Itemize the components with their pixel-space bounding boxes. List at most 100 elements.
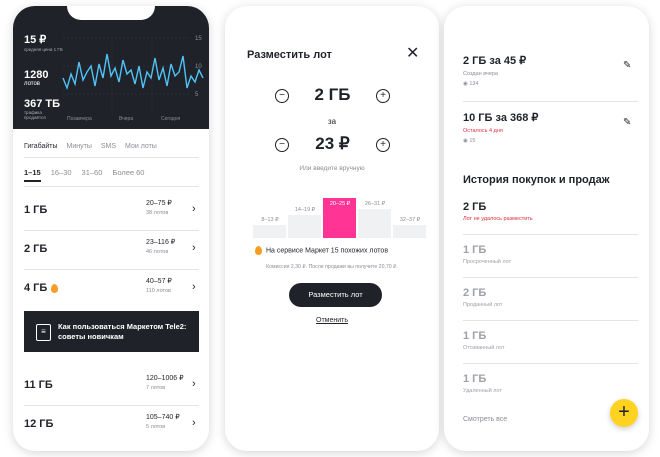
lots-count: 7 лотов (146, 385, 166, 391)
lots-count: 46 лотов (146, 249, 169, 255)
edit-icon[interactable]: ✎ (623, 117, 631, 128)
history-item-status: Отозванный лот (463, 345, 505, 351)
price-range: 105–740 ₽ (146, 414, 180, 421)
volume-label: 2 ГБ (24, 243, 48, 255)
history-item[interactable]: 2 ГБ Проданный лот (463, 287, 638, 308)
history-item[interactable]: 1 ГБ Удаленный лот (463, 373, 638, 394)
divider (463, 234, 638, 235)
lot-status: Осталось 4 дня (463, 128, 503, 134)
guide-banner-text: Как пользоваться Маркетом Tele2: советы … (58, 322, 187, 341)
distribution-bar[interactable] (393, 225, 426, 238)
list-item[interactable]: 1 ГБ 20–75 ₽ 38 лотов › (24, 192, 199, 230)
history-item-status: Лот не удалось разместить (463, 216, 533, 222)
show-all-link[interactable]: Смотреть все (463, 416, 507, 423)
distribution-bar[interactable] (253, 225, 286, 238)
chevron-right-icon: › (192, 378, 196, 390)
y-tick-label: 10 (195, 64, 202, 70)
volume-text: 4 ГБ (24, 282, 48, 294)
category-tabs: Гигабайты Минуты SMS Мои лоты (24, 143, 166, 150)
close-icon[interactable]: ✕ (406, 43, 419, 63)
range-tab[interactable]: 1–15 (24, 168, 41, 182)
x-tick-label: Сегодня (161, 116, 180, 122)
views-count: 134 (469, 81, 479, 87)
price-distribution: 8–13 ₽ 14–19 ₽ 20–25 ₽ 26–31 ₽ 32–37 ₽ (253, 186, 430, 238)
tab-my-lots[interactable]: Мои лоты (125, 143, 157, 150)
active-lot[interactable]: 10 ГБ за 368 ₽ Осталось 4 дня ◉ 15 ✎ (463, 111, 638, 144)
history-title: История покупок и продаж (463, 174, 610, 186)
volume-label: 1 ГБ (24, 204, 48, 216)
x-tick-label: Позавчера (67, 116, 92, 122)
manual-input-hint[interactable]: Или введите вручную (225, 165, 439, 172)
lots-count-value: 1280 (24, 69, 49, 81)
distribution-bar[interactable] (358, 209, 391, 238)
chevron-right-icon: › (192, 417, 196, 429)
list-item[interactable]: 12 ГБ 105–740 ₽ 5 лотов › (24, 406, 199, 444)
lot-status: Создан вчера (463, 71, 498, 77)
tab-gigabytes[interactable]: Гигабайты (24, 143, 58, 150)
amount-value: 2 ГБ (314, 85, 351, 104)
add-lot-button[interactable]: + (610, 399, 638, 427)
history-item[interactable]: 2 ГБ Лот не удалось разместить (463, 201, 638, 222)
divider (24, 186, 199, 187)
price-history-chart: 15 10 5 Позавчера Вчера Сегодня (62, 36, 204, 122)
divider (24, 157, 199, 158)
list-item[interactable]: 11 ГБ 120–1006 ₽ 7 лотов › (24, 367, 199, 405)
plus-icon[interactable]: + (376, 89, 390, 103)
views-count: 15 (469, 138, 476, 144)
price-range: 23–116 ₽ (146, 239, 176, 246)
similar-lots: На сервисе Маркет 15 похожих лотов (255, 246, 388, 255)
history-item-status: Удаленный лот (463, 388, 502, 394)
place-lot-modal: Разместить лот ✕ − 2 ГБ + за − 23 ₽ + Ил… (225, 6, 439, 451)
place-lot-button[interactable]: Разместить лот (289, 283, 382, 307)
history-item-status: Просроченный лот (463, 259, 512, 265)
tab-minutes[interactable]: Минуты (67, 143, 92, 150)
list-item[interactable]: 4 ГБ 40–57 ₽ 110 лотов › (24, 270, 199, 308)
avg-price-value: 15 ₽ (24, 34, 47, 46)
x-tick-label: Вчера (119, 116, 133, 122)
divider (463, 320, 638, 321)
market-screen: 15 ₽ средняя цена 1 ГБ 1280 лотов 367 ТБ… (13, 6, 209, 451)
history-item[interactable]: 1 ГБ Отозванный лот (463, 330, 638, 351)
similar-lots-text: На сервисе Маркет 15 похожих лотов (266, 247, 389, 255)
price-value: 23 ₽ (315, 134, 350, 153)
phone-notch (67, 6, 155, 20)
price-range: 20–75 ₽ (146, 200, 172, 207)
history-item-status: Проданный лот (463, 302, 503, 308)
lots-count: 38 лотов (146, 210, 169, 216)
history-item[interactable]: 1 ГБ Просроченный лот (463, 244, 638, 265)
guide-banner[interactable]: ≡ Как пользоваться Маркетом Tele2: совет… (24, 311, 199, 352)
tab-sms[interactable]: SMS (101, 143, 116, 150)
divider (463, 101, 638, 102)
price-range: 40–57 ₽ (146, 278, 172, 285)
distribution-label: 14–19 ₽ (294, 207, 316, 213)
book-icon: ≡ (36, 324, 51, 341)
range-tab[interactable]: 16–30 (51, 168, 72, 177)
range-tab[interactable]: Более 60 (112, 168, 144, 177)
history-item-title: 1 ГБ (463, 373, 487, 385)
fee-info: Комиссия 2,30 ₽. После продажи вы получи… (266, 264, 398, 270)
price-line (62, 53, 204, 91)
distribution-label: 32–37 ₽ (399, 217, 421, 223)
range-tabs: 1–15 16–30 31–60 Более 60 (24, 168, 199, 182)
fire-icon (255, 246, 262, 255)
lot-title: 2 ГБ за 45 ₽ (463, 55, 527, 67)
plus-icon[interactable]: + (376, 138, 390, 152)
cancel-link[interactable]: Отменить (225, 317, 439, 324)
distribution-label: 8–13 ₽ (261, 217, 279, 223)
history-item-title: 2 ГБ (463, 201, 487, 213)
y-tick-label: 5 (195, 92, 199, 98)
range-tab[interactable]: 31–60 (82, 168, 103, 177)
y-tick-label: 15 (195, 36, 202, 42)
active-lot[interactable]: 2 ГБ за 45 ₽ Создан вчера ◉ 134 ✎ (463, 54, 638, 87)
volume-label: 4 ГБ (24, 282, 59, 294)
amount-stepper: − 2 ГБ + (275, 85, 390, 107)
price-range: 120–1006 ₽ (146, 375, 184, 382)
distribution-label: 20–25 ₽ (329, 201, 351, 207)
lots-count: 5 лотов (146, 424, 166, 430)
modal-title: Разместить лот (247, 49, 332, 61)
list-item[interactable]: 2 ГБ 23–116 ₽ 46 лотов › (24, 231, 199, 269)
distribution-bar[interactable] (288, 215, 321, 238)
edit-icon[interactable]: ✎ (623, 60, 631, 71)
history-item-title: 1 ГБ (463, 330, 487, 342)
distribution-label: 26–31 ₽ (364, 201, 386, 207)
